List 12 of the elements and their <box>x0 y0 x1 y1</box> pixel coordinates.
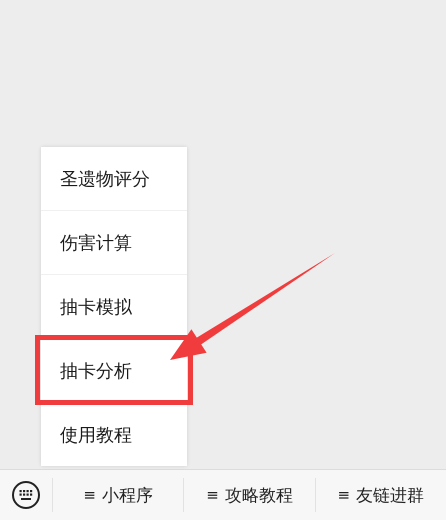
keyboard-icon[interactable] <box>11 480 41 510</box>
menu-item[interactable]: 抽卡模拟 <box>41 274 187 338</box>
menu-icon[interactable]: ≡ <box>338 486 350 504</box>
menu-item[interactable]: 圣遗物评分 <box>41 147 187 210</box>
menu-item[interactable]: 抽卡分析 <box>38 338 190 402</box>
menu-icon[interactable]: ≡ <box>83 486 96 504</box>
menu-icon[interactable]: ≡ <box>206 486 219 504</box>
menu-tab[interactable]: 小程序 <box>102 484 153 506</box>
menu-tab[interactable]: 攻略教程 <box>224 484 293 506</box>
menu-tab[interactable]: 友链进群 <box>356 484 424 506</box>
menu-item[interactable]: 使用教程 <box>41 402 187 466</box>
menu-item[interactable]: 伤害计算 <box>41 210 187 274</box>
